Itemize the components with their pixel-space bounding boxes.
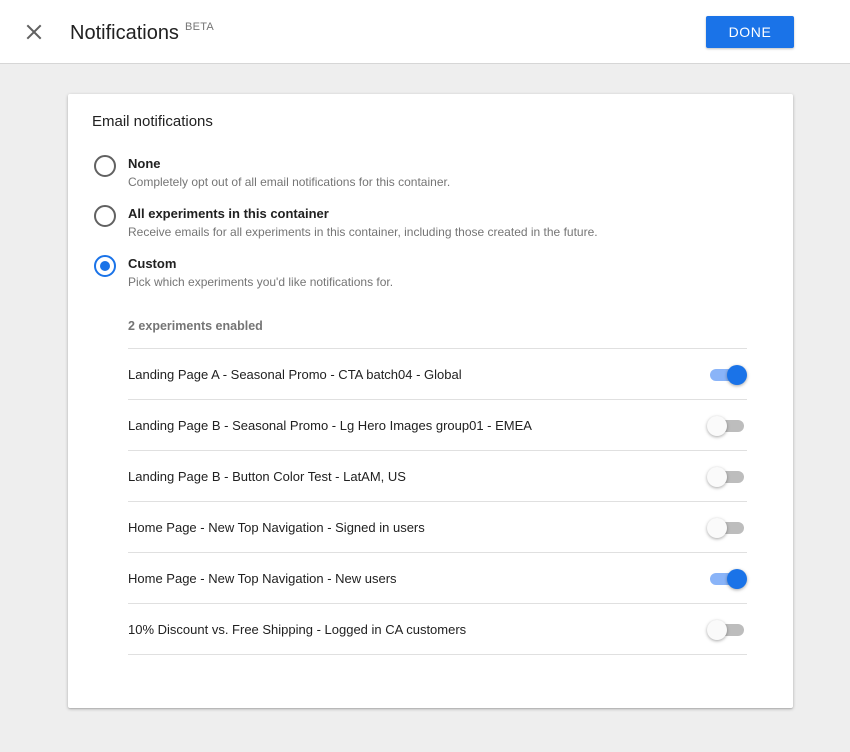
experiment-name: Home Page - New Top Navigation - Signed …: [128, 520, 425, 535]
experiment-toggle[interactable]: [707, 415, 747, 436]
card-title: Email notifications: [92, 113, 213, 130]
option-label: All experiments in this container: [128, 206, 329, 221]
experiment-toggle[interactable]: [707, 466, 747, 487]
experiment-name: Landing Page B - Seasonal Promo - Lg Her…: [128, 418, 532, 433]
page-title: Notifications: [70, 22, 179, 44]
page-title-group: Notifications BETA: [70, 20, 214, 46]
radio-none[interactable]: [94, 155, 116, 177]
email-notifications-card: Email notifications None Completely opt …: [68, 94, 793, 708]
experiment-row: Landing Page B - Button Color Test - Lat…: [128, 451, 747, 502]
experiment-row: Home Page - New Top Navigation - Signed …: [128, 502, 747, 553]
enabled-count: 2 experiments enabled: [128, 319, 263, 333]
close-button[interactable]: [20, 18, 48, 46]
experiment-toggle[interactable]: [707, 568, 747, 589]
option-label: Custom: [128, 256, 177, 271]
option-description: Receive emails for all experiments in th…: [128, 225, 598, 239]
radio-all-experiments[interactable]: [94, 205, 116, 227]
experiment-toggle[interactable]: [707, 619, 747, 640]
experiment-toggle[interactable]: [707, 517, 747, 538]
experiment-row: Home Page - New Top Navigation - New use…: [128, 553, 747, 604]
top-app-bar: Notifications BETA DONE: [0, 0, 850, 64]
experiment-row: Landing Page B - Seasonal Promo - Lg Her…: [128, 400, 747, 451]
option-label: None: [128, 156, 161, 171]
option-description: Completely opt out of all email notifica…: [128, 175, 451, 189]
option-description: Pick which experiments you'd like notifi…: [128, 275, 394, 289]
close-icon: [26, 24, 42, 40]
beta-badge: BETA: [184, 21, 215, 33]
experiment-name: Landing Page A - Seasonal Promo - CTA ba…: [128, 367, 462, 382]
radio-custom[interactable]: [94, 255, 116, 277]
experiment-toggle[interactable]: [707, 364, 747, 385]
done-button[interactable]: DONE: [706, 16, 794, 48]
experiment-name: Landing Page B - Button Color Test - Lat…: [128, 469, 406, 484]
experiment-name: 10% Discount vs. Free Shipping - Logged …: [128, 622, 467, 637]
experiment-row: 10% Discount vs. Free Shipping - Logged …: [128, 604, 747, 655]
experiment-list: Landing Page A - Seasonal Promo - CTA ba…: [128, 348, 747, 655]
experiment-row: Landing Page A - Seasonal Promo - CTA ba…: [128, 349, 747, 400]
experiment-name: Home Page - New Top Navigation - New use…: [128, 571, 397, 586]
